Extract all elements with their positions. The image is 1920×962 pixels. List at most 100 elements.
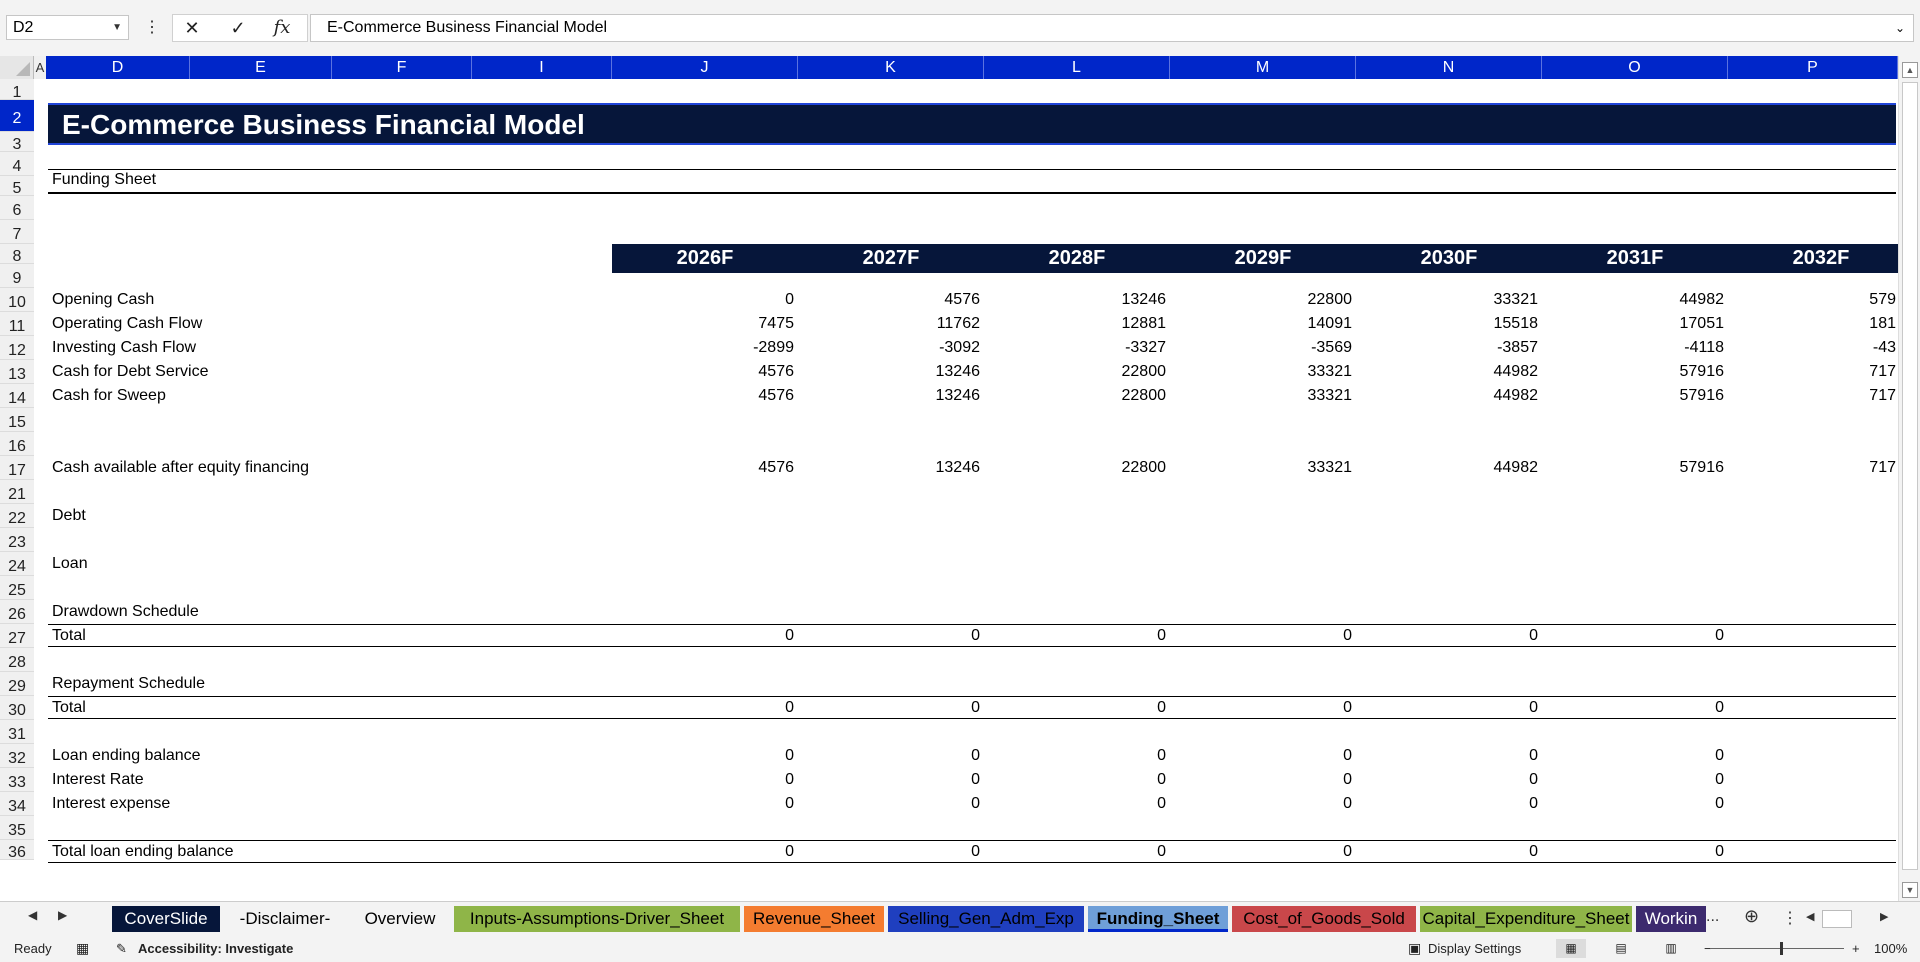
operating-cash-flow-value[interactable]: 7475 [674, 315, 794, 333]
cash-for-sweep-value[interactable]: 717 [1776, 387, 1896, 405]
hscroll-left-icon[interactable]: ◀ [1806, 910, 1814, 923]
column-header-j[interactable]: J [612, 56, 798, 79]
opening-cash-value[interactable]: 4576 [860, 291, 980, 309]
repayment-total-value[interactable]: 0 [1604, 699, 1724, 717]
sheet-tab-workin[interactable]: Workin [1636, 906, 1706, 932]
row-header-27[interactable]: 27 [0, 624, 34, 648]
column-header-i[interactable]: I [472, 56, 612, 79]
next-sheet-icon[interactable]: ▶ [58, 908, 67, 922]
interest-rate-value[interactable]: 0 [860, 771, 980, 789]
row-header-2[interactable]: 2 [0, 100, 34, 132]
interest-expense-value[interactable]: 0 [860, 795, 980, 813]
operating-cash-flow-value[interactable]: 15518 [1418, 315, 1539, 333]
sheet-tab-revenue-sheet[interactable]: Revenue_Sheet [744, 906, 884, 932]
column-header-a[interactable]: A [34, 56, 46, 79]
row-header-13[interactable]: 13 [0, 360, 34, 384]
row-header-32[interactable]: 32 [0, 744, 34, 768]
prev-sheet-icon[interactable]: ◀ [28, 908, 37, 922]
interest-rate-value[interactable]: 0 [1232, 771, 1352, 789]
interest-expense-value[interactable]: 0 [1604, 795, 1724, 813]
total-loan-ending-balance-value[interactable]: 0 [674, 843, 794, 861]
cash-after-equity-label[interactable]: Cash available after equity financing [52, 459, 309, 477]
loan-ending-balance-value[interactable]: 0 [1046, 747, 1166, 765]
debt-label[interactable]: Debt [52, 507, 86, 525]
column-header-f[interactable]: F [332, 56, 472, 79]
cash-after-equity-value[interactable]: 4576 [674, 459, 794, 477]
repayment-total-value[interactable]: 0 [674, 699, 794, 717]
zoom-in-icon[interactable]: + [1852, 935, 1860, 962]
repayment-schedule-label[interactable]: Repayment Schedule [52, 675, 205, 693]
cash-for-debt-service-value[interactable]: 33321 [1232, 363, 1353, 381]
total-loan-ending-balance-label[interactable]: Total loan ending balance [52, 843, 233, 861]
total-loan-ending-balance-value[interactable]: 0 [1232, 843, 1352, 861]
cash-for-debt-service-label[interactable]: Cash for Debt Service [52, 363, 209, 381]
investing-cash-flow-value[interactable]: -3327 [1046, 339, 1166, 357]
interest-rate-value[interactable]: 0 [1604, 771, 1724, 789]
cash-for-sweep-value[interactable]: 57916 [1604, 387, 1725, 405]
column-header-n[interactable]: N [1356, 56, 1542, 79]
year-2028f[interactable]: 2028F [984, 244, 1170, 273]
column-header-k[interactable]: K [798, 56, 984, 79]
operating-cash-flow-value[interactable]: 181 [1776, 315, 1896, 333]
year-2027f[interactable]: 2027F [798, 244, 984, 273]
operating-cash-flow-value[interactable]: 11762 [860, 315, 980, 333]
sheet-tab-selling-gen-adm-exp[interactable]: Selling_Gen_Adm_Exp [888, 906, 1084, 932]
row-header-36[interactable]: 36 [0, 840, 34, 861]
zoom-slider-thumb[interactable] [1780, 942, 1783, 955]
cash-after-equity-value[interactable]: 57916 [1604, 459, 1725, 477]
cash-for-sweep-value[interactable]: 44982 [1418, 387, 1539, 405]
cash-for-debt-service-value[interactable]: 22800 [1046, 363, 1167, 381]
opening-cash-value[interactable]: 0 [674, 291, 794, 309]
row-header-35[interactable]: 35 [0, 816, 34, 840]
interest-expense-label[interactable]: Interest expense [52, 795, 170, 813]
loan-ending-balance-value[interactable]: 0 [1418, 747, 1538, 765]
cash-for-debt-service-value[interactable]: 57916 [1604, 363, 1725, 381]
row-header-4[interactable]: 4 [0, 152, 34, 176]
investing-cash-flow-value[interactable]: -2899 [674, 339, 794, 357]
more-tabs-icon[interactable]: ... [1706, 908, 1719, 926]
cash-for-sweep-value[interactable]: 33321 [1232, 387, 1353, 405]
loan-ending-balance-value[interactable]: 0 [674, 747, 794, 765]
cash-after-equity-value[interactable]: 13246 [860, 459, 981, 477]
scroll-up-icon[interactable]: ▲ [1902, 62, 1918, 78]
sheet-tab-inputs-assumptions-driver-sheet[interactable]: Inputs-Assumptions-Driver_Sheet [454, 906, 740, 932]
cash-for-debt-service-value[interactable]: 4576 [674, 363, 794, 381]
row-header-1[interactable]: 1 [0, 79, 34, 101]
investing-cash-flow-label[interactable]: Investing Cash Flow [52, 339, 196, 357]
column-header-m[interactable]: M [1170, 56, 1356, 79]
cash-for-sweep-value[interactable]: 22800 [1046, 387, 1167, 405]
investing-cash-flow-value[interactable]: -4118 [1604, 339, 1724, 357]
operating-cash-flow-value[interactable]: 17051 [1604, 315, 1725, 333]
total-loan-ending-balance-value[interactable]: 0 [1046, 843, 1166, 861]
sheet-grid[interactable]: E-Commerce Business Financial Model Fund… [46, 79, 1898, 901]
year-2032f[interactable]: 2032F [1728, 244, 1898, 273]
accessibility-status[interactable]: Accessibility: Investigate [138, 935, 293, 962]
row-header-15[interactable]: 15 [0, 408, 34, 432]
loan-label[interactable]: Loan [52, 555, 88, 573]
confirm-icon[interactable]: ✓ [221, 14, 255, 42]
drawdown-total-value[interactable]: 0 [1604, 627, 1724, 645]
cash-for-sweep-value[interactable]: 4576 [674, 387, 794, 405]
opening-cash-value[interactable]: 44982 [1604, 291, 1725, 309]
column-header-p[interactable]: P [1728, 56, 1898, 79]
row-header-23[interactable]: 23 [0, 528, 34, 552]
cash-after-equity-value[interactable]: 22800 [1046, 459, 1167, 477]
opening-cash-value[interactable]: 33321 [1418, 291, 1539, 309]
repayment-total-value[interactable]: 0 [1418, 699, 1538, 717]
sheet-tab-disclaimer[interactable]: -Disclaimer- [224, 906, 346, 932]
interest-expense-value[interactable]: 0 [1046, 795, 1166, 813]
vertical-scrollbar[interactable]: ▲ ▼ [1898, 56, 1920, 901]
drawdown-schedule-label[interactable]: Drawdown Schedule [52, 603, 199, 621]
expand-formula-icon[interactable]: ⌄ [1895, 15, 1905, 41]
opening-cash-value[interactable]: 13246 [1046, 291, 1167, 309]
year-2026f[interactable]: 2026F [612, 244, 798, 273]
opening-cash-label[interactable]: Opening Cash [52, 291, 154, 309]
row-header-33[interactable]: 33 [0, 768, 34, 792]
macro-record-icon[interactable]: ▦ [76, 935, 89, 962]
repayment-total-value[interactable]: 0 [1046, 699, 1166, 717]
row-header-8[interactable]: 8 [0, 244, 34, 265]
operating-cash-flow-label[interactable]: Operating Cash Flow [52, 315, 202, 333]
row-header-6[interactable]: 6 [0, 196, 34, 220]
row-header-16[interactable]: 16 [0, 432, 34, 456]
repayment-total-label[interactable]: Total [52, 699, 86, 717]
